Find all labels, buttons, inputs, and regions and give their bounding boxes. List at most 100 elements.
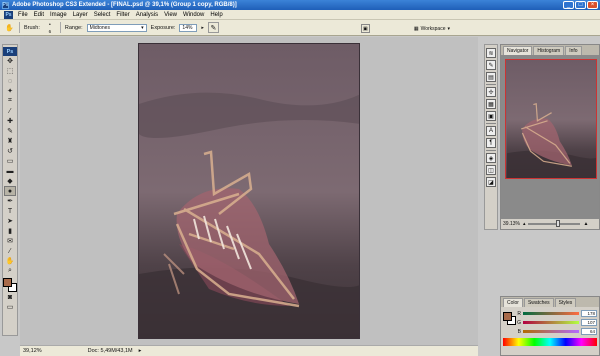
zoom-out-icon[interactable]: ▴	[523, 221, 526, 227]
eraser-tool-icon[interactable]: ▭	[4, 156, 16, 166]
zoom-in-icon[interactable]: ▲	[583, 221, 588, 227]
notes-tool-icon[interactable]: ✉	[4, 236, 16, 246]
color-panel-swatches[interactable]	[503, 312, 516, 326]
maximize-icon[interactable]: □	[575, 1, 586, 9]
move-tool-icon[interactable]: ✥	[4, 56, 16, 66]
range-select[interactable]: Midtones ▾	[86, 23, 147, 32]
eyedropper-3d-tool-icon[interactable]: ⁄	[4, 246, 16, 256]
red-slider[interactable]	[523, 312, 579, 315]
channel-value[interactable]: 178	[581, 310, 597, 317]
character-panel-icon[interactable]: A	[486, 126, 496, 136]
navigator-footer: 39.13% ▴ ▲	[501, 219, 599, 229]
layers-panel-icon[interactable]: ◈	[486, 153, 496, 163]
color-spectrum-ramp[interactable]	[503, 338, 597, 346]
menu-help[interactable]: Help	[207, 12, 225, 18]
chevron-right-icon[interactable]: ▸	[201, 25, 204, 31]
options-bar: ✋ Brush: • 6 Range: Midtones ▾ Exposure:…	[0, 20, 600, 36]
brush-tool-icon[interactable]: ✎	[4, 126, 16, 136]
status-zoom[interactable]: 39,12%	[23, 348, 42, 354]
history-panel-icon[interactable]: ▦	[486, 99, 496, 109]
blue-slider[interactable]	[523, 330, 579, 333]
healing-brush-tool-icon[interactable]: ✚	[4, 116, 16, 126]
actions-panel-icon[interactable]: ▣	[486, 111, 496, 121]
menu-filter[interactable]: Filter	[113, 12, 132, 18]
brushes-panel-icon[interactable]: ≋	[486, 48, 496, 58]
navigator-panel-icon[interactable]: ✢	[486, 87, 496, 97]
burn-tool-preset-icon[interactable]: ✋	[4, 22, 15, 33]
exposure-label: Exposure:	[150, 24, 176, 31]
crop-tool-icon[interactable]: ⌗	[4, 96, 16, 106]
channels-panel-icon[interactable]: ◫	[486, 165, 496, 175]
window-title: Adobe Photoshop CS3 Extended - [FINAL.ps…	[12, 2, 237, 8]
eyedropper-tool-icon[interactable]: ⁄	[4, 106, 16, 116]
color-swatches[interactable]	[3, 278, 17, 292]
options-divider	[59, 22, 61, 33]
menu-edit[interactable]: Edit	[31, 12, 47, 18]
pen-tool-icon[interactable]: ✒	[4, 196, 16, 206]
title-bar: Ps Adobe Photoshop CS3 Extended - [FINAL…	[0, 0, 600, 10]
menu-bar: Ps File Edit Image Layer Select Filter A…	[0, 10, 600, 20]
tab-color[interactable]: Color	[503, 298, 523, 307]
path-selection-tool-icon[interactable]: ➤	[4, 216, 16, 226]
document-canvas[interactable]	[138, 43, 360, 339]
navigator-thumbnail	[507, 60, 596, 178]
bridge-icon[interactable]: ▣	[360, 24, 370, 33]
blur-tool-icon[interactable]: ◆	[4, 176, 16, 186]
clone-source-panel-icon[interactable]: ▤	[486, 72, 496, 82]
workspace-menu[interactable]: ▣ ▦ Workspace ▾	[360, 24, 450, 33]
tab-histogram[interactable]: Histogram	[533, 46, 565, 55]
color-row-g: G 107	[515, 318, 597, 327]
exposure-field[interactable]: 14%	[179, 23, 198, 32]
menu-image[interactable]: Image	[47, 12, 70, 18]
clone-stamp-tool-icon[interactable]: ♜	[4, 136, 16, 146]
brush-picker[interactable]: • 6	[44, 22, 56, 34]
app-icon: Ps	[2, 1, 9, 9]
lasso-tool-icon[interactable]: ◌	[4, 76, 16, 86]
menu-analysis[interactable]: Analysis	[133, 12, 161, 18]
menu-window[interactable]: Window	[180, 12, 207, 18]
paths-panel-icon[interactable]: ◪	[486, 177, 496, 187]
zoom-slider[interactable]	[528, 220, 581, 227]
menu-file[interactable]: File	[15, 12, 31, 18]
burn-tool-icon[interactable]: ●	[4, 186, 16, 196]
type-tool-icon[interactable]: T	[4, 206, 16, 216]
ps-menu-icon[interactable]: Ps	[4, 10, 13, 19]
zoom-tool-icon[interactable]: ⌕	[4, 266, 16, 276]
marquee-tool-icon[interactable]: ⬚	[4, 66, 16, 76]
menu-layer[interactable]: Layer	[70, 12, 91, 18]
color-tabs: Color Swatches Styles	[501, 297, 599, 307]
menu-select[interactable]: Select	[91, 12, 114, 18]
quick-select-tool-icon[interactable]: ✦	[4, 86, 16, 96]
airbrush-icon[interactable]: ✎	[207, 22, 219, 33]
quick-mask-icon[interactable]: ◙	[4, 292, 16, 302]
tool-presets-panel-icon[interactable]: ✎	[486, 60, 496, 70]
zoom-slider-thumb[interactable]	[556, 220, 561, 227]
channel-value[interactable]: 64	[581, 328, 597, 335]
history-brush-tool-icon[interactable]: ↺	[4, 146, 16, 156]
navigator-view-box[interactable]	[505, 59, 597, 179]
panel-divider	[486, 84, 496, 85]
toolbox-logo: Ps	[3, 47, 17, 56]
hand-tool-icon[interactable]: ✋	[4, 256, 16, 266]
menu-view[interactable]: View	[161, 12, 180, 18]
range-label: Range:	[64, 24, 83, 31]
navigator-tabs: Navigator Histogram Info	[501, 45, 599, 55]
canvas-area[interactable]	[20, 37, 478, 345]
foreground-color-swatch[interactable]	[503, 312, 512, 321]
tab-navigator[interactable]: Navigator	[503, 46, 533, 55]
chevron-down-icon: ▾	[447, 25, 450, 32]
tab-styles[interactable]: Styles	[554, 298, 577, 307]
navigator-zoom-value[interactable]: 39.13%	[503, 221, 520, 227]
minimize-icon[interactable]: _	[563, 1, 574, 9]
tab-info[interactable]: Info	[565, 46, 582, 55]
foreground-color-swatch[interactable]	[3, 278, 12, 287]
channel-value[interactable]: 107	[581, 319, 597, 326]
green-slider[interactable]	[523, 321, 579, 324]
chevron-right-icon[interactable]: ▸	[139, 348, 142, 354]
tab-swatches[interactable]: Swatches	[523, 298, 554, 307]
screen-mode-icon[interactable]: ▭	[4, 302, 16, 312]
close-icon[interactable]: ×	[587, 1, 598, 9]
gradient-tool-icon[interactable]: ▬	[4, 166, 16, 176]
shape-tool-icon[interactable]: ▮	[4, 226, 16, 236]
paragraph-panel-icon[interactable]: ¶	[486, 138, 496, 148]
